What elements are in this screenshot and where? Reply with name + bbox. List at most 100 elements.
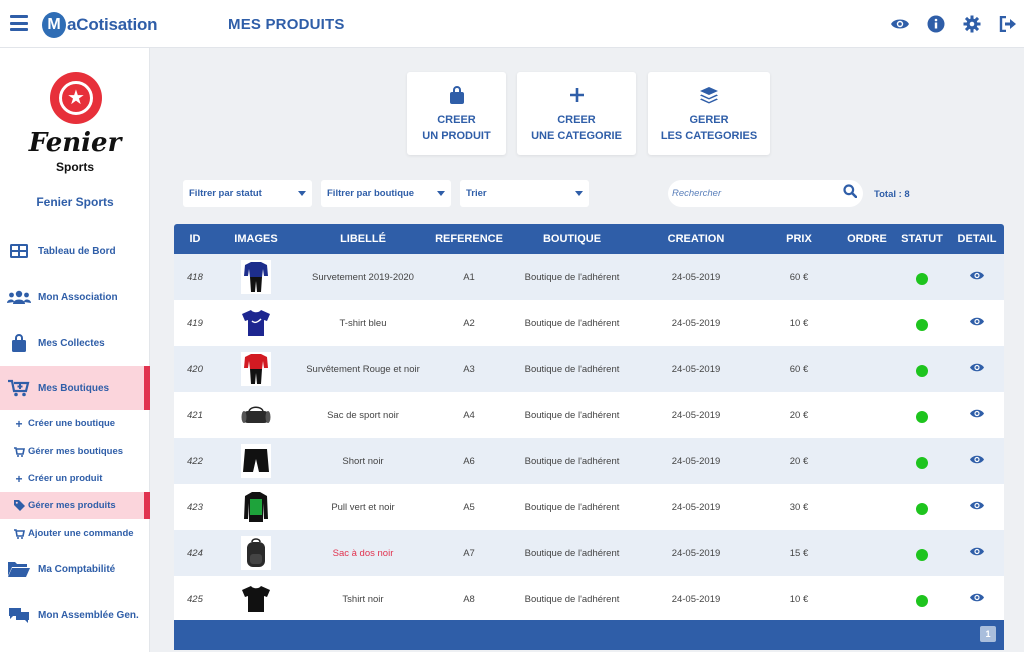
product-creation-date: 24-05-2019 [671,409,721,421]
sidebar-item-boutiques[interactable]: Mes Boutiques [0,366,150,410]
tracksuit-image[interactable] [241,260,271,294]
product-reference: A2 [463,317,475,329]
hamburger-menu-icon[interactable] [10,15,28,31]
product-image[interactable] [226,530,286,576]
status-dot-active-icon [916,411,928,423]
product-image[interactable] [226,576,286,622]
detail-cell [952,346,1002,392]
logout-icon[interactable] [998,14,1018,34]
product-id: 418 [187,271,203,283]
sort-select[interactable]: Trier [460,180,589,207]
product-price: 20 € [789,409,809,421]
shop-filter-select[interactable]: Filtrer par boutique [321,180,451,207]
product-image[interactable] [226,484,286,530]
detail-cell [952,254,1002,300]
product-reference: A1 [463,271,475,283]
table-row: 421 Sac de sport noir A4 Boutique de l'a… [174,392,1004,438]
status-cell [896,530,948,576]
app-logo[interactable]: M aCotisation [42,10,158,40]
column-header-status[interactable]: STATUT [896,224,948,254]
backpack-image[interactable] [241,536,271,570]
product-id: 423 [187,501,203,513]
column-header-shop[interactable]: BOUTIQUE [512,224,632,254]
eye-icon[interactable] [969,362,985,373]
cart-icon [12,528,26,539]
cart-plus-icon [4,379,34,397]
eye-icon[interactable] [969,316,985,327]
product-image[interactable] [226,254,286,300]
short-image[interactable] [241,444,271,478]
create-product-button[interactable]: CREER UN PRODUIT [407,72,506,155]
column-header-creation[interactable]: CREATION [656,224,736,254]
search-input[interactable] [672,188,843,199]
pullover-image[interactable] [241,490,271,524]
product-image[interactable] [226,300,286,346]
chevron-down-icon [437,191,445,196]
product-reference: A5 [463,501,475,513]
subitem-manage-products[interactable]: Gérer mes produits [0,492,150,519]
product-id: 420 [187,363,203,375]
column-header-id[interactable]: ID [182,224,208,254]
product-id: 424 [187,547,203,559]
sidebar-item-comptabilite[interactable]: Ma Comptabilité [0,547,150,591]
tag-icon [12,500,26,511]
tracksuit-image[interactable] [241,352,271,386]
product-creation-date: 24-05-2019 [671,271,721,283]
column-header-order[interactable]: ORDRE [840,224,894,254]
status-cell [896,484,948,530]
column-header-images[interactable]: IMAGES [226,224,286,254]
tshirt-image[interactable] [241,582,271,616]
product-image[interactable] [226,438,286,484]
product-price: 10 € [789,593,809,605]
product-order [840,576,894,622]
eye-icon[interactable] [969,500,985,511]
search-icon[interactable] [843,184,858,203]
gear-icon[interactable] [962,14,982,34]
subitem-add-order[interactable]: Ajouter une commande [0,520,150,547]
eye-icon[interactable] [969,408,985,419]
sport-bag-image[interactable] [241,398,271,432]
layers-icon [699,84,719,106]
status-dot-active-icon [916,365,928,377]
product-label: Survetement 2019-2020 [312,271,414,283]
create-category-button[interactable]: CREER UNE CATEGORIE [517,72,636,155]
column-header-detail[interactable]: DETAIL [952,224,1002,254]
subitem-create-shop[interactable]: + Créer une boutique [0,410,150,437]
product-order [840,254,894,300]
product-order [840,346,894,392]
table-row: 423 Pull vert et noir A5 Boutique de l'a… [174,484,1004,530]
sidebar-item-dashboard[interactable]: Tableau de Bord [0,229,150,273]
manage-categories-button[interactable]: GERER LES CATEGORIES [648,72,770,155]
eye-icon[interactable] [969,546,985,557]
sidebar-item-assemblee[interactable]: Mon Assemblée Gen. [0,593,150,637]
detail-cell [952,392,1002,438]
eye-icon[interactable] [969,454,985,465]
plus-icon: + [15,471,23,486]
plus-icon: + [15,416,23,431]
sidebar-item-association[interactable]: Mon Association [0,275,150,319]
table-row: 424 Sac à dos noir A7 Boutique de l'adhé… [174,530,1004,576]
subitem-create-product[interactable]: + Créer un produit [0,465,150,492]
eye-icon[interactable] [969,592,985,603]
column-header-label[interactable]: LIBELLÉ [298,224,428,254]
table-footer: 1 [174,620,1004,650]
subitem-manage-shops[interactable]: Gérer mes boutiques [0,438,150,465]
info-icon[interactable] [926,14,946,34]
product-price: 10 € [789,317,809,329]
eye-icon[interactable] [890,14,910,34]
status-filter-select[interactable]: Filtrer par statut [183,180,312,207]
search-box [668,180,863,207]
detail-cell [952,530,1002,576]
product-image[interactable] [226,392,286,438]
column-header-reference[interactable]: REFERENCE [429,224,509,254]
eye-icon[interactable] [969,270,985,281]
product-creation-date: 24-05-2019 [671,455,721,467]
pagination-page-button[interactable]: 1 [980,626,996,642]
chevron-down-icon [575,191,583,196]
column-header-price[interactable]: PRIX [774,224,824,254]
tshirt-image[interactable] [241,306,271,340]
product-shop: Boutique de l'adhérent [524,501,620,513]
product-image[interactable] [226,346,286,392]
shopping-bag-icon [449,84,465,106]
sidebar-item-collectes[interactable]: Mes Collectes [0,321,150,365]
